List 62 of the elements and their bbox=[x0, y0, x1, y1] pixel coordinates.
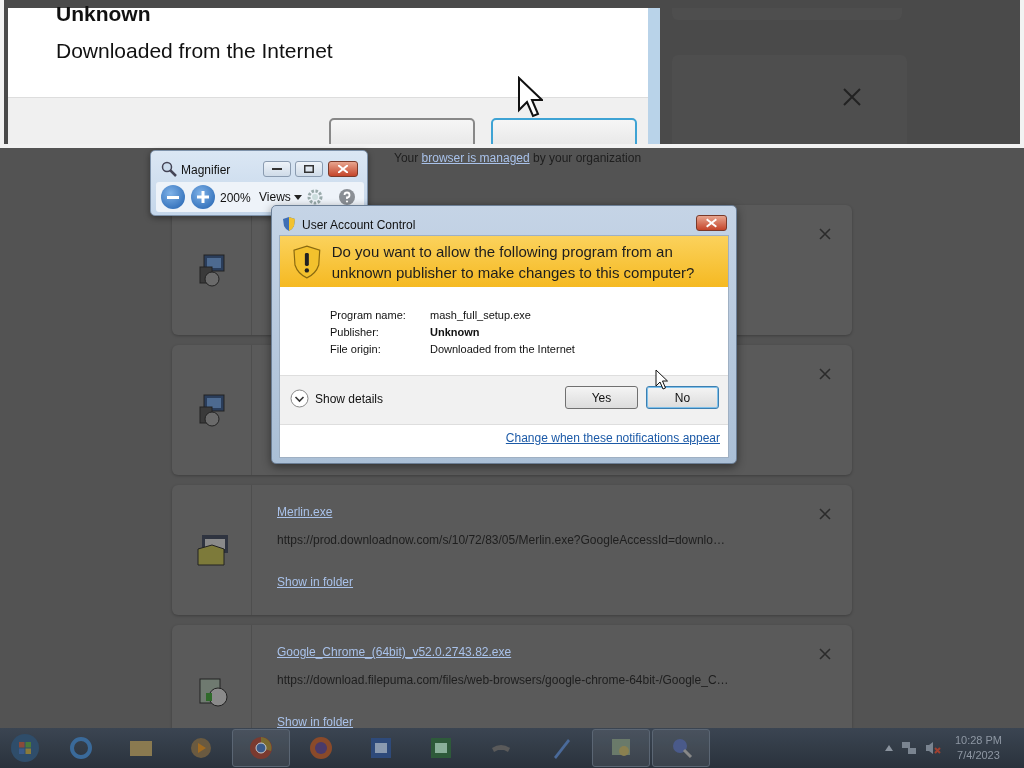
show-details-button[interactable]: Show details bbox=[290, 389, 384, 408]
browser-icon bbox=[308, 735, 334, 761]
document-icon bbox=[368, 735, 394, 761]
cursor-icon bbox=[517, 76, 543, 118]
tray-arrow-icon[interactable] bbox=[884, 745, 893, 751]
field-label: Publisher: bbox=[330, 325, 380, 340]
publisher-value: Unknown bbox=[56, 1, 151, 27]
file-link[interactable]: Merlin.exe bbox=[277, 503, 333, 521]
file-link[interactable]: Google_Chrome_(64bit)_v52.0.2743.82.exe bbox=[277, 643, 512, 661]
windows-logo bbox=[10, 733, 40, 763]
file-url: https://download.filepuma.com/files/web-browsers/google-chrome-64bit-/Google_C… bbox=[277, 672, 729, 689]
clock-date: 7/4/2023 bbox=[956, 748, 1001, 763]
clock-time: 10:28 PM bbox=[954, 733, 1002, 748]
plus-icon bbox=[197, 191, 209, 203]
origin-value: Downloaded from the Internet bbox=[56, 38, 333, 64]
close-button[interactable] bbox=[328, 161, 358, 177]
yes-button[interactable]: Yes bbox=[565, 386, 638, 409]
file-url: https://prod.downloadnow.com/s/10/72/83/05/Merlin.exe?GoogleAccessId=downlo… bbox=[277, 532, 725, 549]
no-button[interactable]: No bbox=[646, 386, 719, 409]
show-in-folder-link[interactable]: Show in folder bbox=[277, 573, 354, 591]
zoom-out-button[interactable] bbox=[161, 185, 185, 209]
play-icon bbox=[188, 735, 214, 761]
caret-icon bbox=[294, 195, 303, 201]
notifications-link[interactable]: Change when these notifications appear bbox=[505, 429, 720, 447]
minimize-button[interactable] bbox=[263, 161, 291, 177]
close-icon bbox=[338, 165, 348, 173]
question-text: Do you want to allow the following program from an unknown publisher to make changes to this computer? bbox=[331, 241, 696, 283]
window-title: User Account Control bbox=[302, 217, 416, 234]
settings-icon[interactable] bbox=[306, 188, 324, 206]
maximize-icon bbox=[304, 165, 314, 173]
close-icon[interactable] bbox=[818, 227, 832, 241]
zoom-level: 200% bbox=[220, 190, 251, 207]
speaker-muted-icon[interactable] bbox=[924, 740, 941, 756]
network-icon[interactable] bbox=[900, 740, 917, 756]
field-value: Unknown bbox=[430, 326, 480, 338]
views-dropdown[interactable]: Views bbox=[256, 186, 306, 208]
close-icon bbox=[842, 87, 862, 107]
field-label: Program name: bbox=[330, 308, 407, 323]
cursor-icon bbox=[655, 369, 668, 390]
zoom-in-button[interactable] bbox=[191, 185, 215, 209]
magnifier-icon bbox=[161, 161, 177, 177]
window-title: Magnifier bbox=[181, 162, 231, 179]
taskbar-button[interactable] bbox=[592, 729, 650, 767]
shield-icon bbox=[282, 216, 296, 232]
link[interactable]: browser is managed bbox=[421, 151, 530, 165]
minimize-icon bbox=[272, 168, 282, 170]
chevron-down-icon bbox=[290, 389, 309, 408]
close-button[interactable] bbox=[696, 215, 727, 231]
close-icon[interactable] bbox=[818, 507, 832, 521]
minus-icon bbox=[167, 195, 179, 199]
field-value: Downloaded from the Internet bbox=[430, 343, 575, 355]
spreadsheet-icon bbox=[428, 735, 454, 761]
maximize-button[interactable] bbox=[295, 161, 323, 177]
field-label: File origin: bbox=[330, 342, 382, 357]
browser-icon bbox=[248, 735, 274, 761]
field-value: mash_full_setup.exe bbox=[430, 309, 531, 321]
show-in-folder-link[interactable]: Show in folder bbox=[277, 713, 354, 731]
close-icon[interactable] bbox=[818, 647, 832, 661]
help-icon[interactable] bbox=[338, 188, 356, 206]
close-icon[interactable] bbox=[818, 367, 832, 381]
warning-shield-icon bbox=[292, 244, 322, 279]
browser-icon bbox=[68, 735, 94, 761]
